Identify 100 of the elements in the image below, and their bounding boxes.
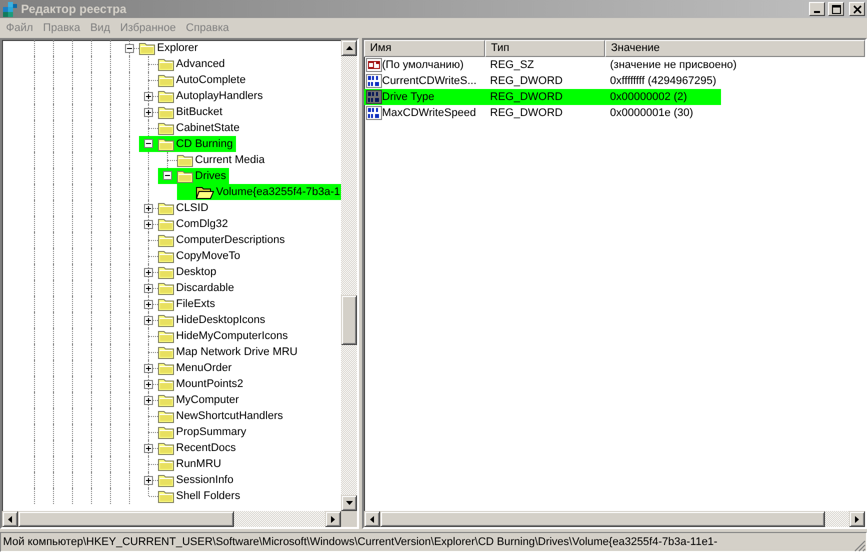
scroll-right-button[interactable] <box>325 511 341 527</box>
tree-item[interactable]: ComDlg32 <box>174 216 231 232</box>
minimize-button[interactable] <box>809 2 825 16</box>
tree-item[interactable]: Desktop <box>174 264 220 280</box>
right-arrow-icon <box>855 516 859 522</box>
left-arrow-icon <box>8 516 12 522</box>
plus-icon <box>146 206 151 210</box>
expand-toggle[interactable] <box>144 268 153 276</box>
value-name[interactable]: (По умолчанию) <box>382 57 464 73</box>
column-header[interactable]: Значение <box>605 40 865 57</box>
scrollbar-corner <box>341 511 357 527</box>
plus-icon <box>146 398 151 402</box>
value-type: REG_DWORD <box>489 74 564 89</box>
expand-toggle[interactable] <box>144 220 153 228</box>
tree-item[interactable]: Map Network Drive MRU <box>174 344 301 360</box>
plus-icon <box>146 446 151 450</box>
scrollbar-thumb[interactable] <box>380 511 825 527</box>
collapse-toggle[interactable] <box>125 44 134 52</box>
minus-icon <box>146 141 151 146</box>
value-data: 0x00000002 (2) <box>609 90 688 105</box>
tree-item[interactable]: MenuOrder <box>174 360 235 376</box>
expand-toggle[interactable] <box>144 396 153 404</box>
up-arrow-icon <box>346 46 352 50</box>
plus-icon <box>146 286 151 290</box>
tree-item[interactable]: Current Media <box>193 152 268 168</box>
value-type: REG_DWORD <box>489 106 564 121</box>
expand-toggle[interactable] <box>144 364 153 372</box>
window-title: Редактор реестра <box>21 1 126 17</box>
tree-item[interactable]: FileExts <box>174 296 218 312</box>
plus-icon <box>146 94 151 98</box>
right-arrow-icon <box>331 516 335 522</box>
column-header[interactable]: Имя <box>364 40 485 57</box>
tree-item[interactable]: Discardable <box>174 280 238 296</box>
plus-icon <box>146 366 151 370</box>
plus-icon <box>146 110 151 114</box>
expand-toggle[interactable] <box>144 92 153 100</box>
value-name[interactable]: CurrentCDWriteS... <box>382 73 477 89</box>
binary-value-icon <box>366 106 382 120</box>
string-value-icon <box>366 58 382 72</box>
scrollbar-thumb[interactable] <box>18 511 234 527</box>
tree-item[interactable]: HideDesktopIcons <box>174 312 268 328</box>
tree-item[interactable]: RunMRU <box>174 456 224 472</box>
value-data: 0xffffffff (4294967295) <box>609 74 716 89</box>
expand-toggle[interactable] <box>144 380 153 388</box>
tree-item[interactable]: HideMyComputerIcons <box>174 328 291 344</box>
value-name[interactable]: Drive Type <box>382 89 434 105</box>
scroll-up-button[interactable] <box>341 40 357 56</box>
tree-item[interactable]: Explorer <box>155 40 201 56</box>
value-type: REG_DWORD <box>489 90 564 105</box>
tree-item[interactable]: CopyMoveTo <box>174 248 244 264</box>
tree-item[interactable]: NewShortcutHandlers <box>174 408 286 424</box>
scrollbar-thumb[interactable] <box>341 295 357 345</box>
tree-item[interactable]: PropSummary <box>174 424 250 440</box>
tree-item[interactable]: Drives <box>193 168 230 184</box>
tree-item[interactable]: SessionInfo <box>174 472 236 488</box>
expand-toggle[interactable] <box>144 108 153 116</box>
expand-toggle[interactable] <box>144 300 153 308</box>
value-name[interactable]: MaxCDWriteSpeed <box>382 105 476 121</box>
plus-icon <box>146 318 151 322</box>
expand-toggle[interactable] <box>144 476 153 484</box>
down-arrow-icon <box>346 501 352 505</box>
maximize-button[interactable] <box>828 2 844 16</box>
plus-icon <box>146 302 151 306</box>
left-arrow-icon <box>370 516 374 522</box>
tree-item[interactable]: MountPoints2 <box>174 376 246 392</box>
tree-item[interactable]: CD Burning <box>174 136 236 152</box>
expand-toggle[interactable] <box>144 204 153 212</box>
minus-icon <box>127 46 132 50</box>
expand-toggle[interactable] <box>144 444 153 452</box>
registry-icon <box>2 1 18 17</box>
tree-item[interactable]: AutoComplete <box>174 72 249 88</box>
expand-toggle[interactable] <box>144 316 153 324</box>
scroll-right-button[interactable] <box>849 511 865 527</box>
column-header[interactable]: Тип <box>485 40 605 57</box>
status-bar-path: Мой компьютер\HKEY_CURRENT_USER\Software\Microsoft\Windows\CurrentVersion\Explorer\CD Burning\Drives\Volume{ea3255f4-7b3a-11e1- <box>0 532 867 552</box>
expand-toggle[interactable] <box>144 284 153 292</box>
tree-item[interactable]: CLSID <box>174 200 212 216</box>
tree-item[interactable]: CabinetState <box>174 120 243 136</box>
minimize-icon <box>814 11 820 13</box>
minus-icon <box>165 173 170 178</box>
plus-icon <box>146 478 151 482</box>
scroll-left-button[interactable] <box>364 511 380 527</box>
close-button[interactable] <box>849 2 865 16</box>
value-data: (значение не присвоено) <box>609 58 737 73</box>
tree-item[interactable]: MyComputer <box>174 392 242 408</box>
scroll-down-button[interactable] <box>341 495 357 511</box>
tree-item[interactable]: Shell Folders <box>174 488 244 504</box>
scroll-left-button[interactable] <box>2 511 18 527</box>
binary-value-icon <box>366 74 382 88</box>
resize-grip-icon <box>854 540 866 552</box>
tree-item[interactable]: BitBucket <box>174 104 226 120</box>
tree-item[interactable]: Volume{ea3255f4-7b3a-1 <box>214 184 341 200</box>
tree-item[interactable]: AutoplayHandlers <box>174 88 266 104</box>
collapse-toggle[interactable] <box>144 139 153 148</box>
tree-item[interactable]: ComputerDescriptions <box>174 232 288 248</box>
tree-item[interactable]: Advanced <box>174 56 228 72</box>
maximize-icon <box>832 4 840 14</box>
collapse-toggle[interactable] <box>163 171 172 180</box>
tree-item[interactable]: RecentDocs <box>174 440 239 456</box>
plus-icon <box>146 270 151 274</box>
